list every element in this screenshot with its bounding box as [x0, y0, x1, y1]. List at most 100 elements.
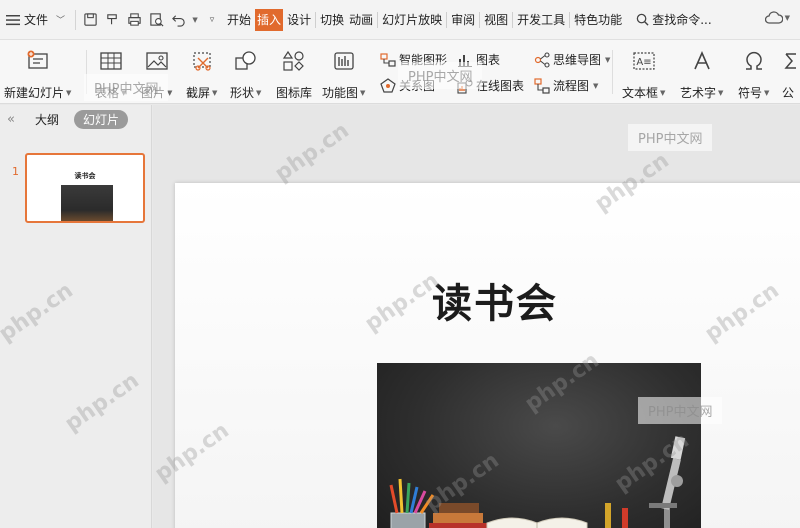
table-label: 表格: [95, 86, 120, 100]
table-button[interactable]: 表格 ▼: [95, 48, 126, 101]
tab-insert[interactable]: 插入: [255, 8, 284, 31]
file-menu-label: 文件: [24, 13, 49, 27]
hamburger-icon: [6, 14, 20, 25]
divider: [512, 11, 514, 28]
symbol-button[interactable]: 符号 ▼: [738, 48, 769, 101]
tab-outline[interactable]: 大纲: [26, 110, 68, 129]
command-search-label: 查找命令...: [652, 13, 712, 27]
relation-chart-icon: [380, 77, 396, 93]
slide-panel-header: « 大纲 幻灯片: [0, 105, 151, 133]
undo-icon: [171, 15, 185, 27]
chevron-down-icon: ▼: [660, 88, 666, 97]
picture-button[interactable]: 图片 ▼: [141, 48, 172, 101]
chart-button[interactable]: 图表: [457, 51, 500, 68]
insert-ribbon: 新建幻灯片 ▼ 表格 ▼ 图片 ▼ 截屏 ▼ 形状 ▼ 图标库 功能图 ▼ 智能图形 图表 …: [0, 40, 800, 104]
divider: [75, 9, 77, 30]
tab-transitions[interactable]: 切换: [319, 9, 345, 31]
books-and-microscope-illustration: [389, 436, 686, 528]
flowchart-label: 流程图: [553, 79, 590, 93]
relation-chart-label: 关系图: [399, 79, 436, 93]
chevron-down-icon: ▼: [360, 88, 366, 97]
cloud-sync-button[interactable]: ▼: [764, 11, 790, 24]
smart-graphic-button[interactable]: 智能图形: [380, 51, 447, 68]
function-chart-button[interactable]: 功能图 ▼: [322, 48, 365, 101]
printer-icon: [127, 13, 141, 26]
word-art-button[interactable]: 艺术字 ▼: [680, 48, 723, 101]
file-menu[interactable]: 文件 ﹀: [0, 0, 71, 39]
tab-design[interactable]: 设计: [286, 9, 312, 31]
tab-slideshow[interactable]: 幻灯片放映: [381, 9, 443, 31]
chevron-down-icon: ▼: [764, 88, 770, 97]
slide-number: 1: [12, 165, 19, 178]
divider: [612, 50, 613, 94]
tab-animation[interactable]: 动画: [348, 9, 374, 31]
shape-label: 形状: [230, 86, 255, 100]
slide-panel: « 大纲 幻灯片 1 读书会: [0, 105, 152, 528]
undo-button[interactable]: [168, 9, 188, 31]
search-icon: [636, 13, 649, 26]
formula-label: 公: [782, 86, 795, 100]
tab-slides[interactable]: 幻灯片: [74, 109, 129, 129]
quick-access-toolbar: ▼ ▿: [80, 9, 222, 31]
print-button[interactable]: [124, 9, 144, 31]
formula-button[interactable]: 公: [782, 48, 800, 101]
print-preview-button[interactable]: [146, 9, 166, 31]
save-button[interactable]: [80, 9, 100, 31]
tab-features[interactable]: 特色功能: [573, 9, 623, 31]
tab-view[interactable]: 视图: [483, 9, 509, 31]
icon-library-label: 图标库: [276, 86, 313, 100]
screenshot-button[interactable]: 截屏 ▼: [186, 48, 217, 101]
format-painter-button[interactable]: [102, 9, 122, 31]
divider: [446, 11, 448, 28]
slide-canvas[interactable]: 读书会: [153, 105, 800, 528]
picture-label: 图片: [141, 86, 166, 100]
text-box-label: 文本框: [622, 86, 659, 100]
smart-graphic-label: 智能图形: [399, 53, 448, 67]
divider: [569, 11, 571, 28]
smart-graphic-icon: [380, 52, 396, 67]
tab-developer[interactable]: 开发工具: [516, 9, 566, 31]
flowchart-button[interactable]: 流程图 ▼: [534, 77, 598, 94]
flowchart-icon: [534, 77, 550, 94]
menu-bar: 文件 ﹀ ▼ ▿ 开始 插入 设计 切换 动画 幻灯片放映 审阅 视图 开发工具…: [0, 0, 800, 40]
format-painter-icon: [106, 14, 117, 25]
tab-home[interactable]: 开始: [226, 9, 252, 31]
ribbon-tabs: 开始 插入 设计 切换 动画 幻灯片放映 审阅 视图 开发工具 特色功能: [226, 0, 626, 39]
symbol-label: 符号: [738, 86, 763, 100]
function-chart-icon: [330, 48, 358, 74]
thumbnail-image: [61, 185, 113, 221]
icon-library-button[interactable]: 图标库: [276, 48, 312, 101]
divider: [86, 50, 87, 94]
slide-title[interactable]: 读书会: [175, 271, 800, 329]
screenshot-icon: [188, 48, 216, 74]
undo-dropdown[interactable]: ▼: [190, 9, 200, 31]
online-chart-button[interactable]: 在线图表: [457, 77, 524, 94]
command-search[interactable]: 查找命令...: [636, 11, 712, 28]
mind-map-button[interactable]: 思维导图 ▼: [534, 51, 610, 68]
collapse-panel-icon[interactable]: «: [2, 112, 20, 127]
tab-review[interactable]: 审阅: [450, 9, 476, 31]
slide[interactable]: 读书会: [175, 183, 800, 528]
svg-text:A≡: A≡: [636, 57, 651, 68]
chevron-down-icon: ▼: [167, 88, 173, 97]
chevron-down-icon: ▼: [256, 88, 262, 97]
customize-toolbar-button[interactable]: ▿: [202, 9, 222, 31]
new-slide-icon: [24, 48, 52, 74]
word-art-icon: [688, 48, 716, 74]
slide-thumbnail[interactable]: 读书会: [25, 153, 145, 223]
print-preview-icon: [149, 13, 163, 27]
shape-button[interactable]: 形状 ▼: [230, 48, 261, 101]
chevron-down-icon: ▼: [593, 81, 599, 90]
divider: [479, 11, 481, 28]
relation-chart-button[interactable]: 关系图: [380, 77, 435, 94]
new-slide-button[interactable]: 新建幻灯片 ▼: [4, 48, 71, 101]
thumbnail-title: 读书会: [74, 172, 96, 180]
online-chart-label: 在线图表: [476, 79, 525, 93]
shape-icon: [232, 48, 260, 74]
new-slide-label: 新建幻灯片: [4, 86, 65, 100]
chevron-down-icon: ▼: [605, 55, 611, 64]
mind-map-icon: [534, 51, 550, 68]
word-art-label: 艺术字: [680, 86, 717, 100]
text-box-button[interactable]: A≡ 文本框 ▼: [622, 48, 665, 101]
slide-picture[interactable]: [377, 363, 701, 528]
